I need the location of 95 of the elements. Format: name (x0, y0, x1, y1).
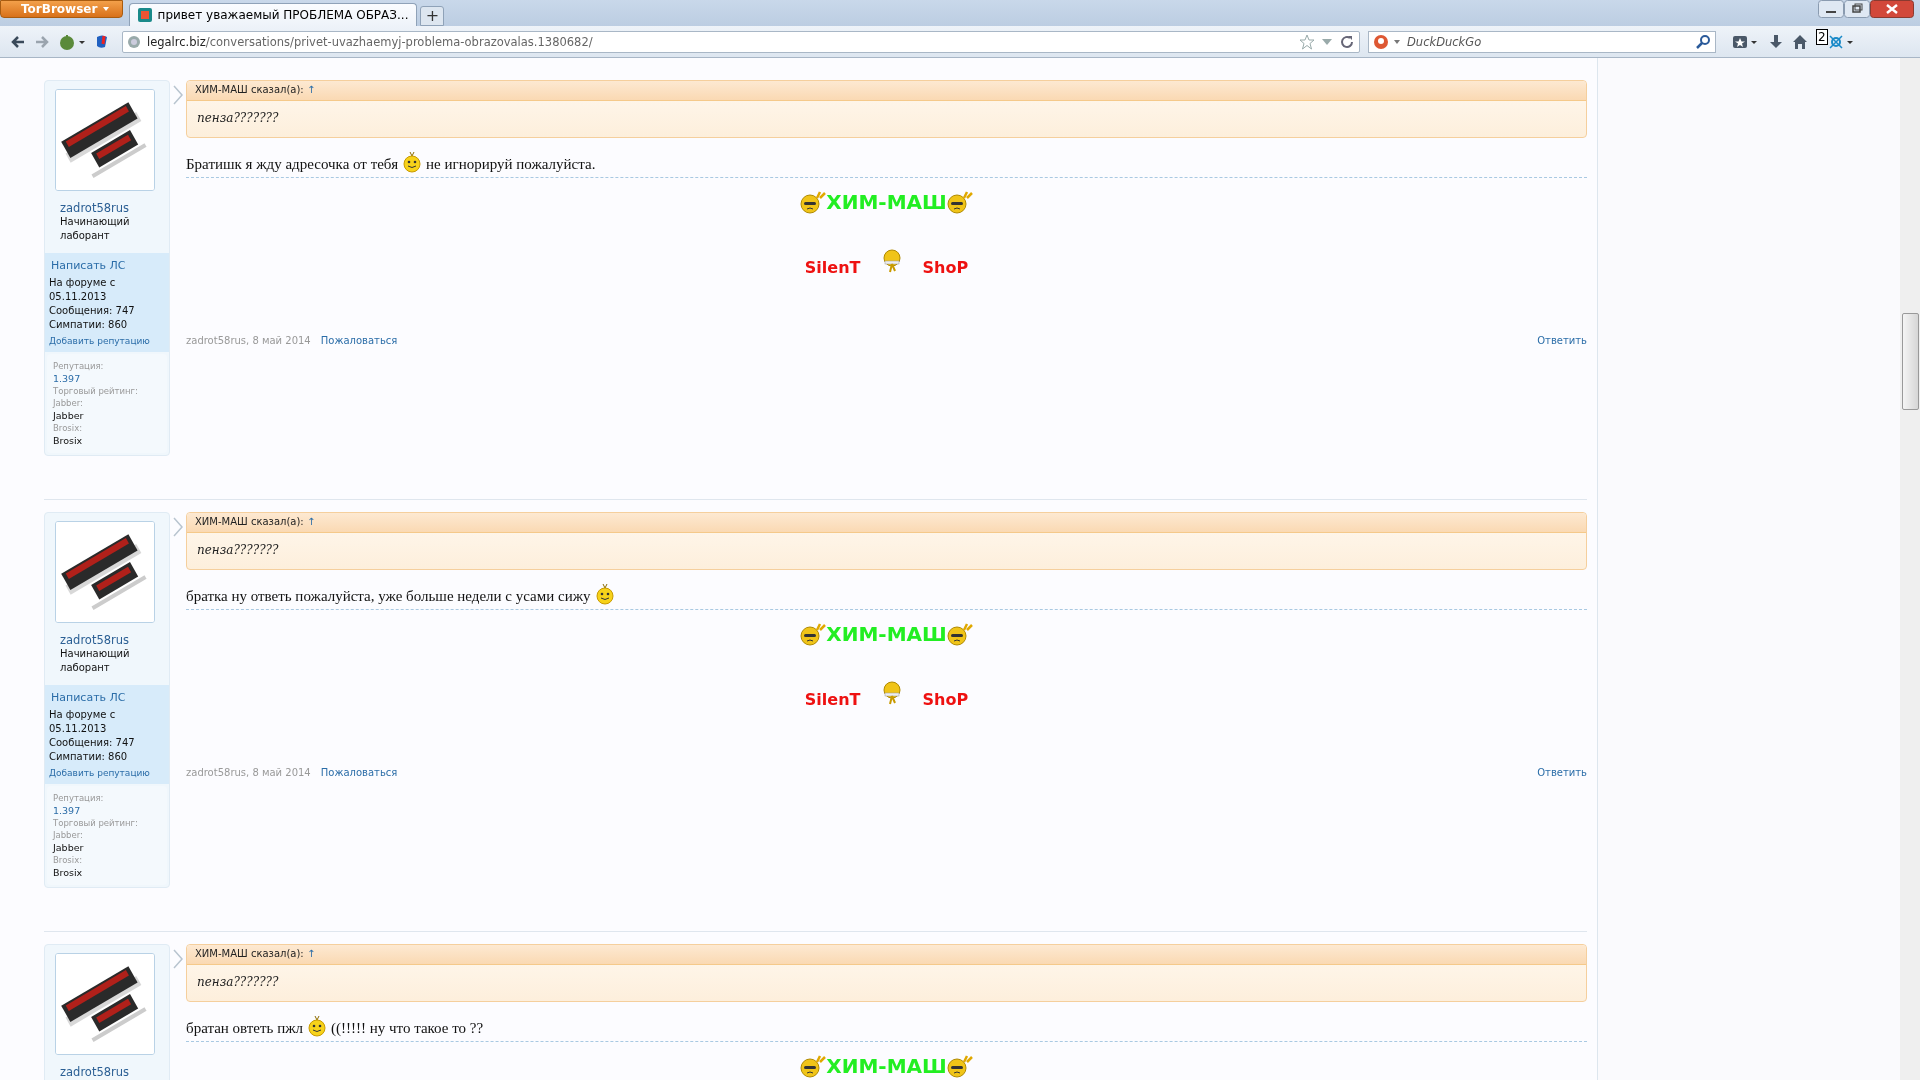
bookmarks-icon[interactable] (1732, 33, 1760, 50)
post-meta: zadrot58rus, 8 май 2014 (186, 335, 311, 346)
field-label: Brosix: (53, 422, 84, 434)
back-icon[interactable] (10, 33, 26, 50)
field-value: Jabber (53, 409, 85, 422)
user-rank: Начинающий лаборант (59, 215, 131, 243)
field-label: Brosix: (53, 854, 84, 866)
smiley-icon (880, 680, 903, 705)
field-label: Репутация: (53, 360, 105, 372)
smiley-icon (594, 582, 615, 605)
smiley-icon (800, 622, 827, 646)
scrollbar[interactable] (1900, 58, 1920, 1080)
search-field[interactable]: DuckDuckGo (1405, 33, 1695, 50)
site-favicon-icon (137, 8, 152, 22)
join-date-label: На форуме с (49, 708, 117, 722)
smiley-icon (946, 622, 973, 646)
star-icon[interactable] (1299, 33, 1315, 50)
likes-count: Симпатии: 860 (49, 318, 129, 332)
quote-text: пенза??????? (197, 543, 279, 557)
join-date: 05.11.2013 (49, 722, 108, 736)
field-label: Jabber: (53, 829, 84, 841)
caret-icon[interactable] (1393, 37, 1401, 46)
quote-author: ХИМ-МАШ сказал(а): (195, 516, 304, 527)
private-message-link[interactable]: Написать ЛС (49, 691, 166, 704)
message-text: ((!!!!! ну что такое то ?? (331, 1020, 484, 1037)
message-text: Братишк я жду адресочка от тебя (186, 156, 399, 173)
signature-text: ShoP (922, 690, 969, 709)
search-icon[interactable] (1695, 33, 1711, 50)
new-tab-button[interactable]: + (420, 6, 445, 26)
signature-title: ХИМ-МАШ (826, 190, 947, 214)
smiley-icon (880, 248, 903, 273)
field-label: Торговый рейтинг: (53, 817, 139, 829)
field-label: Jabber: (53, 397, 84, 409)
private-message-link[interactable]: Написать ЛС (49, 259, 166, 272)
smiley-icon (946, 190, 973, 214)
user-rank: Начинающий лаборант (59, 647, 131, 675)
username-link[interactable]: zadrot58rus (55, 1065, 159, 1079)
message-text: братка ну ответь пожалуйста, уже больше недели с усами сижу (186, 588, 591, 605)
username-link[interactable]: zadrot58rus (55, 201, 159, 215)
close-icon[interactable] (1870, 0, 1914, 18)
message-count: Сообщения: 747 (49, 736, 136, 750)
quote-text: пенза??????? (197, 975, 279, 989)
message-text: братан овтеть пжл (186, 1020, 304, 1037)
join-date: 05.11.2013 (49, 290, 108, 304)
chevron-icon (173, 517, 183, 537)
restore-icon[interactable] (1844, 0, 1870, 18)
jump-to-quote-link[interactable]: ↑ (306, 516, 316, 527)
reply-link[interactable]: Ответить (1537, 767, 1587, 778)
smiley-icon (402, 150, 423, 173)
network-icon[interactable] (1827, 33, 1856, 50)
quote-author: ХИМ-МАШ сказал(а): (195, 948, 304, 959)
signature-text: SilenT (804, 690, 861, 709)
field-value-link[interactable]: 1.397 (53, 372, 161, 385)
post-meta: zadrot58rus, 8 май 2014 (186, 767, 311, 778)
field-value: Brosix (53, 434, 84, 447)
jump-to-quote-link[interactable]: ↑ (306, 948, 316, 959)
join-date-label: На форуме с (49, 276, 117, 290)
likes-count: Симпатии: 860 (49, 750, 129, 764)
field-value: Brosix (53, 866, 84, 879)
scrollbar-thumb[interactable] (1902, 313, 1919, 410)
message-count: Сообщения: 747 (49, 304, 136, 318)
count-badge: 2 (1816, 29, 1828, 45)
signature-text: ShoP (922, 258, 969, 277)
field-value-link[interactable]: 1.397 (53, 804, 161, 817)
minimize-icon[interactable] (1818, 0, 1844, 18)
add-reputation-link[interactable]: Добавить репутацию (49, 768, 166, 778)
jump-to-quote-link[interactable]: ↑ (306, 84, 316, 95)
message-text: не игнорируй пожалуйста. (426, 156, 596, 173)
download-icon[interactable] (1768, 33, 1784, 50)
chevron-icon (173, 85, 183, 105)
add-reputation-link[interactable]: Добавить репутацию (49, 336, 166, 346)
field-value: Jabber (53, 841, 85, 854)
reply-link[interactable]: Ответить (1537, 335, 1587, 346)
username-link[interactable]: zadrot58rus (55, 633, 159, 647)
signature-title: ХИМ-МАШ (826, 1054, 947, 1078)
report-link[interactable]: Пожаловаться (320, 335, 398, 346)
search-bar[interactable]: DuckDuckGo (1368, 30, 1716, 53)
smiley-icon (800, 1054, 827, 1078)
globe-icon (127, 34, 141, 49)
quote-author: ХИМ-МАШ сказал(а): (195, 84, 304, 95)
smiley-icon (307, 1014, 328, 1037)
field-label: Торговый рейтинг: (53, 385, 139, 397)
signature-title: ХИМ-МАШ (826, 622, 947, 646)
reload-icon[interactable] (1339, 33, 1355, 50)
home-icon[interactable] (1792, 33, 1808, 50)
quote-text: пенза??????? (197, 111, 279, 125)
chevron-icon (173, 949, 183, 969)
signature-text: SilenT (804, 258, 861, 277)
caret-icon (101, 5, 110, 13)
address-field[interactable]: legalrc.biz/conversations/privet-uvazhaemyj-problema-obrazovalas.1380682/ (122, 30, 1360, 53)
field-label: Репутация: (53, 792, 105, 804)
report-link[interactable]: Пожаловаться (320, 767, 398, 778)
smiley-icon (946, 1054, 973, 1078)
smiley-icon (800, 190, 827, 214)
browser-tab[interactable]: привет уважаемый ПРОБЛЕМА ОБРАЗ... (128, 3, 418, 26)
